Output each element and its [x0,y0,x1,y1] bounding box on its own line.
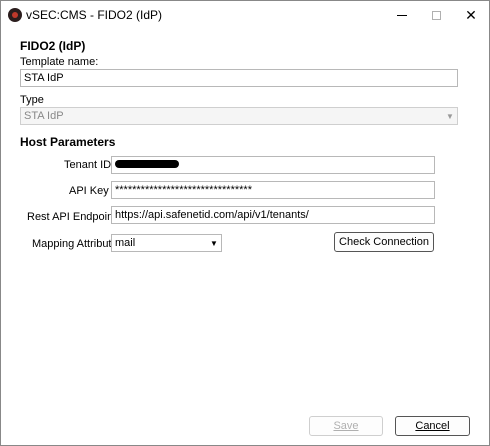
check-connection-label: Check Connection [339,236,429,248]
chevron-down-icon: ▼ [210,238,218,248]
tenant-id-input[interactable] [111,156,435,174]
template-heading: FIDO2 (IdP) [20,39,86,53]
chevron-down-icon: ▼ [446,111,454,121]
save-button[interactable]: Save [309,416,383,436]
app-logo-icon [8,8,22,22]
window-title: vSEC:CMS - FIDO2 (IdP) [26,8,163,22]
type-label: Type [20,94,44,106]
close-icon: ✕ [465,7,477,23]
endpoint-input[interactable]: https://api.safenetid.com/api/v1/tenants… [111,206,435,224]
close-button[interactable]: ✕ [453,1,489,29]
save-label: Save [333,420,359,432]
api-key-value: ******************************** [115,184,252,196]
mapping-attribute-label: Mapping Attribute [32,238,118,250]
dialog-window: vSEC:CMS - FIDO2 (IdP) ✕ FIDO2 (IdP) Tem… [0,0,490,446]
redaction-mark [115,160,179,168]
api-key-label: API Key [69,185,109,197]
mapping-attribute-value: mail [115,237,136,249]
title-bar: vSEC:CMS - FIDO2 (IdP) ✕ [1,1,489,29]
endpoint-value: https://api.safenetid.com/api/v1/tenants… [115,209,309,221]
endpoint-label: Rest API Endpoint [27,211,117,223]
maximize-icon [431,10,441,20]
maximize-button[interactable] [418,1,454,29]
template-name-input[interactable]: STA IdP [20,69,458,87]
type-select[interactable]: STA IdP ▼ [20,107,458,125]
template-name-label: Template name: [20,56,99,68]
cancel-button[interactable]: Cancel [395,416,470,436]
template-name-value: STA IdP [24,72,64,84]
minimize-icon [397,14,407,16]
type-value: STA IdP [24,110,64,122]
mapping-attribute-select[interactable]: mail ▼ [111,234,222,252]
host-parameters-title: Host Parameters [20,135,116,149]
tenant-id-label: Tenant ID [64,159,112,171]
minimize-button[interactable] [384,1,420,29]
api-key-input[interactable]: ******************************** [111,181,435,199]
check-connection-button[interactable]: Check Connection [334,232,434,252]
cancel-label: Cancel [415,420,450,432]
